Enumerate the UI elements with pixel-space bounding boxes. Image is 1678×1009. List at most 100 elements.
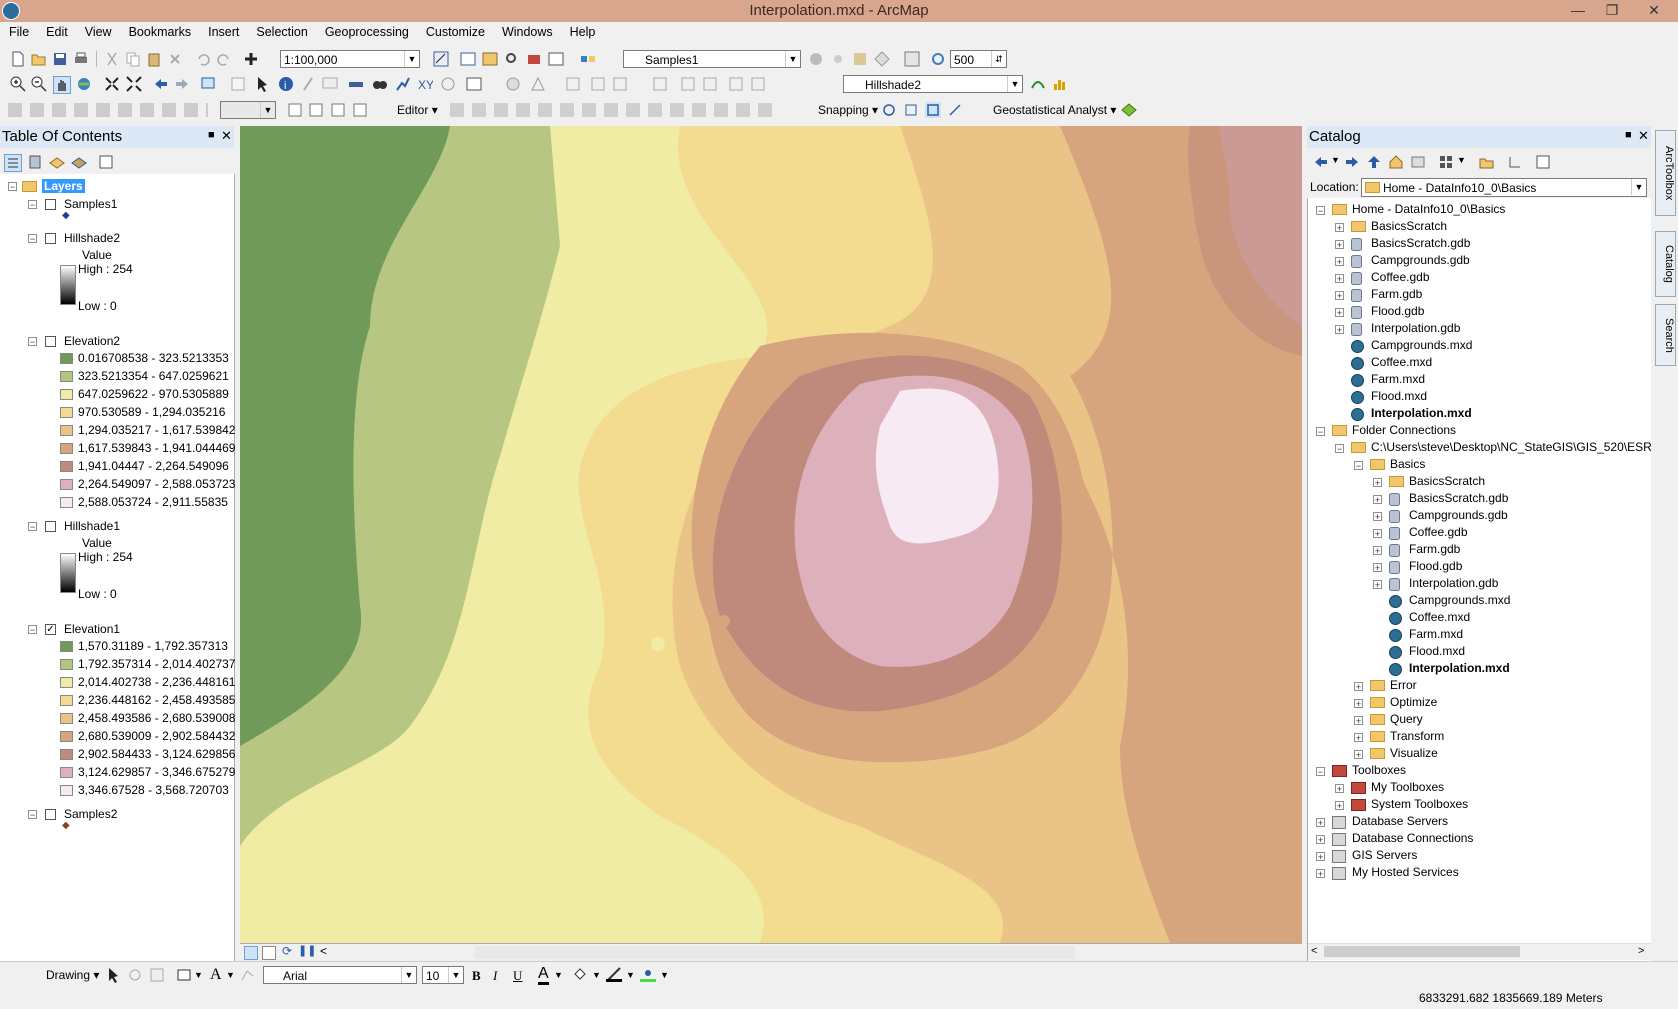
cut-icon[interactable]: [104, 51, 120, 67]
map-horizontal-scrollbar[interactable]: [475, 946, 1075, 959]
catalog-item[interactable]: Campgrounds.gdb: [1371, 253, 1470, 267]
brightness-icon[interactable]: [830, 51, 846, 67]
rotate-icon[interactable]: [127, 967, 143, 983]
tree-expander-icon[interactable]: −: [1335, 444, 1344, 454]
vertex-snap-icon[interactable]: [925, 102, 941, 118]
tree-expander-icon[interactable]: +: [1354, 750, 1363, 760]
catalog-item[interactable]: Coffee.gdb: [1409, 525, 1468, 539]
scroll-left-icon[interactable]: <: [1311, 945, 1317, 957]
layer-name-samples1[interactable]: Samples1: [64, 197, 117, 211]
minimize-button[interactable]: —: [1564, 0, 1592, 20]
tree-expander-icon[interactable]: +: [1354, 699, 1363, 709]
fill-color-icon[interactable]: [572, 966, 588, 982]
tree-expander-icon[interactable]: +: [1335, 784, 1344, 794]
collapse-hillshade1-icon[interactable]: −: [28, 522, 37, 532]
text-tool-icon[interactable]: A: [210, 966, 222, 984]
rectangle-dropdown-icon[interactable]: ▼: [194, 970, 203, 980]
catalog-item[interactable]: Campgrounds.gdb: [1409, 508, 1508, 522]
go-to-xy-icon[interactable]: XY: [417, 76, 433, 92]
back-dropdown-icon[interactable]: ▼: [1331, 155, 1340, 165]
menu-help[interactable]: Help: [561, 22, 604, 39]
tree-expander-icon[interactable]: +: [1335, 291, 1344, 301]
refresh-view-icon[interactable]: [904, 51, 920, 67]
bold-button[interactable]: B: [472, 968, 481, 984]
tree-expander-icon[interactable]: +: [1335, 257, 1344, 267]
collapse-hillshade2-icon[interactable]: −: [28, 234, 37, 244]
tree-expander-icon[interactable]: +: [1335, 274, 1344, 284]
up-one-level-icon[interactable]: [1366, 154, 1382, 170]
undo-icon[interactable]: [195, 51, 211, 67]
restore-button[interactable]: ❐: [1598, 0, 1626, 20]
italic-button[interactable]: I: [493, 968, 497, 984]
catalog-options-icon[interactable]: [1535, 154, 1551, 170]
underline-button[interactable]: U: [513, 968, 522, 984]
identify-icon[interactable]: i: [278, 76, 294, 92]
resolution-icon[interactable]: [930, 51, 946, 67]
rectangle-icon[interactable]: [176, 967, 192, 983]
add-data-icon[interactable]: [243, 51, 259, 67]
text-dropdown-icon[interactable]: ▼: [226, 970, 235, 980]
layers-root[interactable]: Layers: [42, 179, 85, 193]
catalog-item[interactable]: Toolboxes: [1352, 763, 1406, 777]
layout-view-button[interactable]: [262, 946, 276, 960]
marker-color-icon[interactable]: [640, 966, 656, 982]
list-by-selection-icon[interactable]: [71, 154, 87, 170]
tree-expander-icon[interactable]: +: [1373, 529, 1382, 539]
catalog-item[interactable]: My Toolboxes: [1371, 780, 1444, 794]
geostatistical-analyst-menu[interactable]: Geostatistical Analyst ▾: [993, 103, 1116, 117]
catalog-item[interactable]: Flood.mxd: [1371, 389, 1427, 403]
tree-expander-icon[interactable]: +: [1316, 835, 1325, 845]
back-extent-icon[interactable]: [153, 76, 169, 92]
tree-expander-icon[interactable]: +: [1335, 223, 1344, 233]
tree-expander-icon[interactable]: +: [1354, 733, 1363, 743]
catalog-item[interactable]: Flood.gdb: [1409, 559, 1462, 573]
catalog-pin-icon[interactable]: ■: [1625, 129, 1632, 141]
tree-expander-icon[interactable]: +: [1335, 325, 1344, 335]
catalog-item[interactable]: Campgrounds.mxd: [1371, 338, 1472, 352]
menu-geoprocessing[interactable]: Geoprocessing: [316, 22, 417, 39]
tree-expander-icon[interactable]: +: [1373, 478, 1382, 488]
line-color-dropdown-icon[interactable]: ▼: [626, 970, 635, 980]
catalog-item[interactable]: BasicsScratch.gdb: [1371, 236, 1470, 250]
tree-expander-icon[interactable]: +: [1335, 240, 1344, 250]
layer-name-elevation2[interactable]: Elevation2: [64, 334, 120, 348]
layer-name-hillshade2[interactable]: Hillshade2: [64, 231, 120, 245]
catalog-item[interactable]: Farm.mxd: [1371, 372, 1425, 386]
editing-tool-icon-2[interactable]: [590, 76, 606, 92]
scroll-thumb[interactable]: [1324, 946, 1520, 957]
georef-icon[interactable]: [505, 76, 521, 92]
tree-expander-icon[interactable]: +: [1335, 308, 1344, 318]
layout-view-icon[interactable]: [287, 102, 303, 118]
catalog-item[interactable]: My Hosted Services: [1352, 865, 1459, 879]
catalog-window-icon[interactable]: [482, 51, 498, 67]
tree-expander-icon[interactable]: −: [1316, 427, 1325, 437]
target-layer-combo[interactable]: Samples1 ▼: [623, 50, 801, 68]
tree-expander-icon[interactable]: −: [1316, 206, 1325, 216]
end-snap-icon[interactable]: [903, 102, 919, 118]
histogram-icon[interactable]: [1052, 76, 1068, 92]
catalog-item[interactable]: Optimize: [1390, 695, 1437, 709]
catalog-item[interactable]: Farm.gdb: [1371, 287, 1422, 301]
editing-tool-icon-1[interactable]: [565, 76, 581, 92]
menu-windows[interactable]: Windows: [493, 22, 561, 39]
hillshade-layer-combo[interactable]: Hillshade2 ▼: [843, 75, 1023, 93]
html-popup-icon[interactable]: [322, 76, 338, 92]
tab-search[interactable]: Search: [1655, 304, 1676, 366]
tree-expander-icon[interactable]: +: [1316, 869, 1325, 879]
line-color-icon[interactable]: [606, 966, 622, 982]
catalog-item[interactable]: Transform: [1390, 729, 1444, 743]
print-icon[interactable]: [73, 51, 89, 67]
point-snap-icon[interactable]: [881, 102, 897, 118]
catalog-item[interactable]: Interpolation.mxd: [1409, 661, 1510, 675]
fill-color-dropdown-icon[interactable]: ▼: [592, 970, 601, 980]
map-scale-combo[interactable]: 1:100,000 ▼: [280, 50, 420, 68]
tab-arctoolbox[interactable]: ArcToolbox: [1655, 130, 1676, 216]
font-color-dropdown-icon[interactable]: ▼: [554, 970, 563, 980]
create-viewer-icon[interactable]: [466, 76, 482, 92]
catalog-item[interactable]: BasicsScratch: [1409, 474, 1485, 488]
views-dropdown-icon[interactable]: ▼: [1457, 155, 1466, 165]
select-features-icon[interactable]: [200, 76, 216, 92]
drawing-menu[interactable]: Drawing ▾: [46, 968, 99, 982]
editor-menu[interactable]: Editor ▾: [397, 103, 438, 117]
data-view-button[interactable]: [244, 946, 258, 960]
